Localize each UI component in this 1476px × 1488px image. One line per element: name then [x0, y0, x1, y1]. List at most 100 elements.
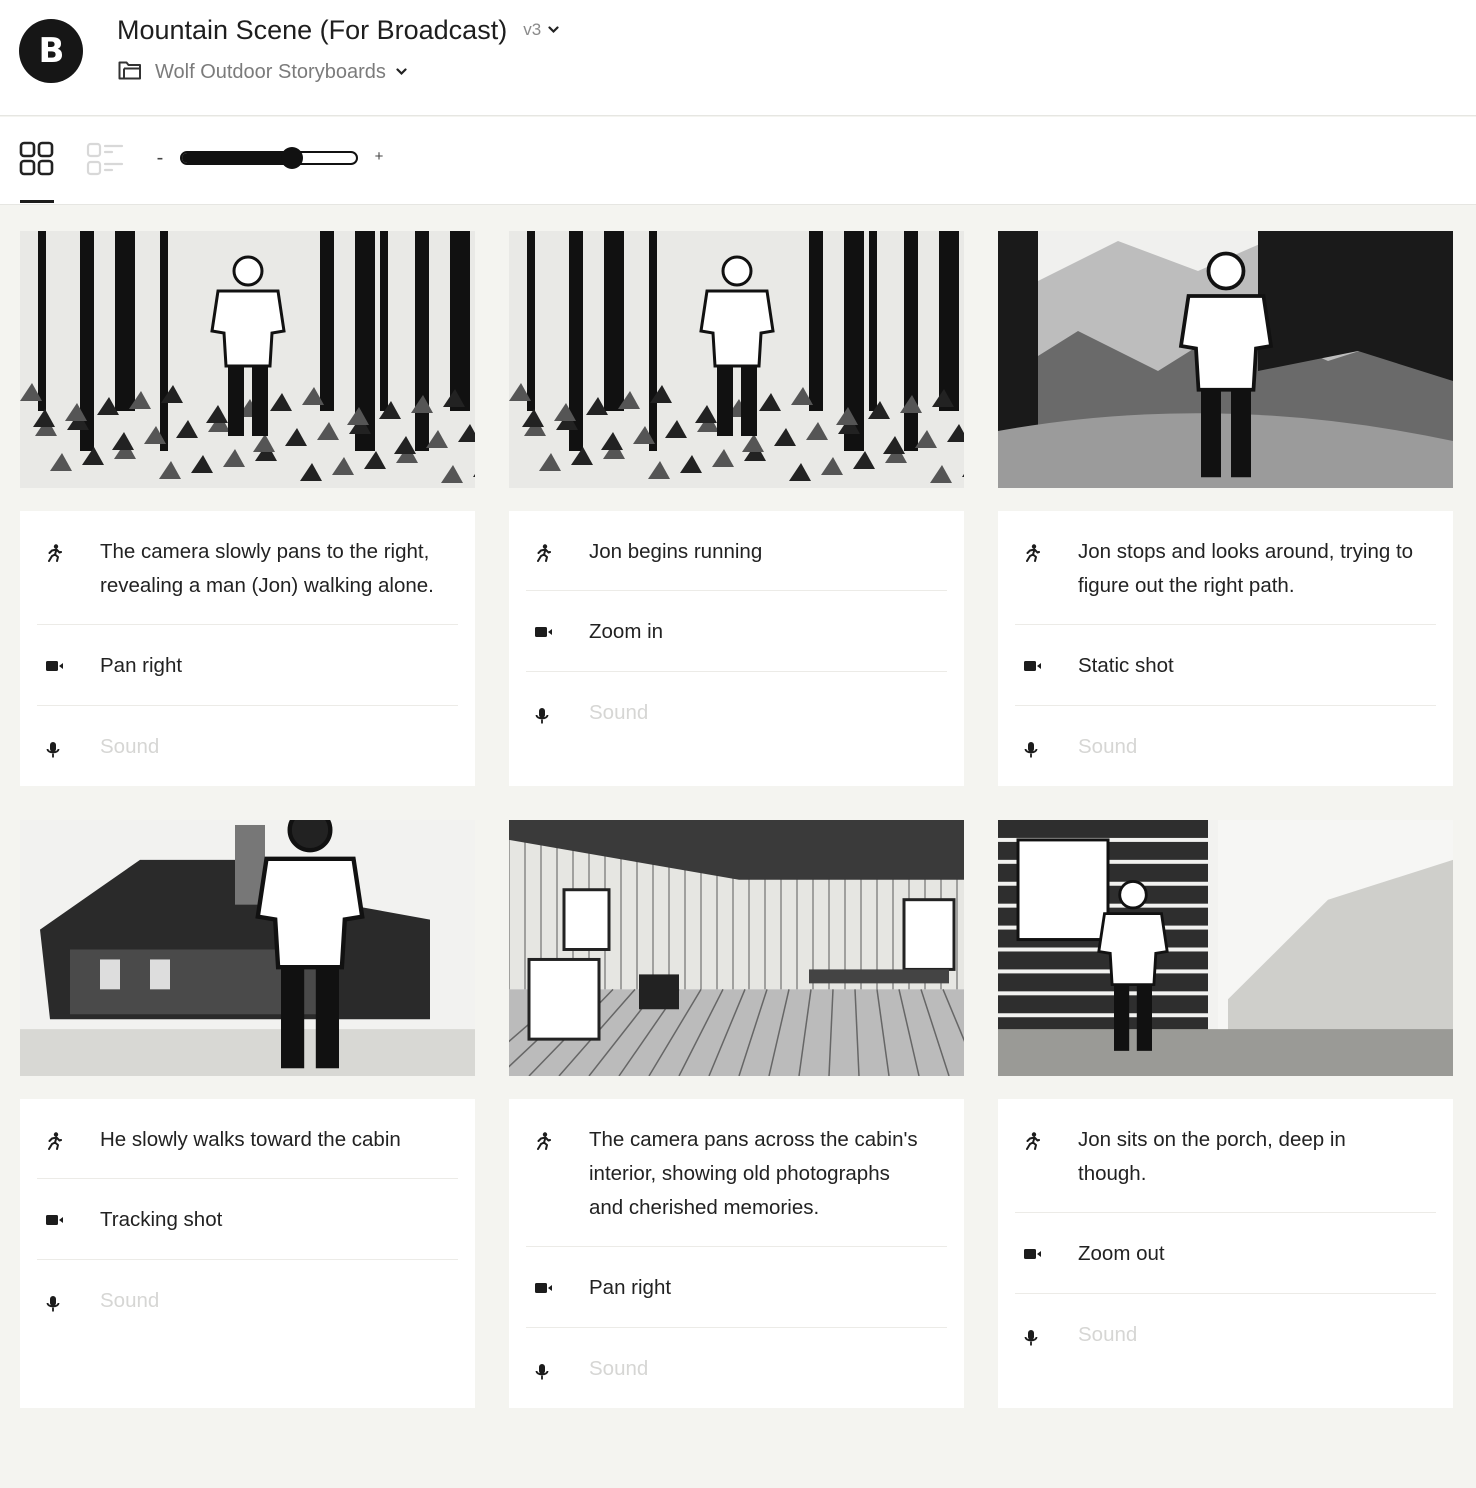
chevron-down-icon[interactable]	[396, 66, 408, 78]
action-running-icon	[37, 1099, 100, 1178]
camera-text[interactable]: Static shot	[1078, 625, 1436, 705]
microphone-icon	[526, 672, 589, 752]
sound-input[interactable]: Sound	[1078, 1294, 1436, 1374]
breadcrumb: Wolf Outdoor Storyboards	[117, 58, 408, 86]
sound-row: Sound	[526, 672, 947, 752]
camera-text[interactable]: Pan right	[589, 1247, 947, 1327]
video-camera-icon	[1015, 625, 1078, 705]
camera-text[interactable]: Tracking shot	[100, 1179, 458, 1259]
storyboard-title[interactable]: Mountain Scene (For Broadcast)	[117, 15, 507, 46]
active-view-indicator	[20, 200, 54, 203]
microphone-icon	[526, 1328, 589, 1408]
action-row: Jon sits on the porch, deep in though.	[1015, 1099, 1436, 1213]
frame-image-cabin-exterior[interactable]	[20, 820, 475, 1076]
microphone-icon	[37, 1260, 100, 1340]
action-row: Jon stops and looks around, trying to fi…	[1015, 511, 1436, 625]
camera-row: Zoom out	[1015, 1213, 1436, 1294]
sound-input[interactable]: Sound	[589, 1328, 947, 1408]
action-row: The camera pans across the cabin's inter…	[526, 1099, 947, 1247]
grid-icon	[19, 141, 55, 182]
list-icon	[85, 141, 125, 182]
sound-input[interactable]: Sound	[1078, 706, 1436, 786]
storyboard-frame-6: Jon sits on the porch, deep in though. Z…	[998, 820, 1453, 1408]
storyboard-frame-5: The camera pans across the cabin's inter…	[509, 820, 964, 1408]
frame-image-porch-sitting[interactable]	[998, 820, 1453, 1076]
frame-details-card: Jon sits on the porch, deep in though. Z…	[998, 1099, 1453, 1408]
app-logo[interactable]: B	[19, 19, 83, 83]
frame-image-mountain-lookout[interactable]	[998, 231, 1453, 488]
zoom-slider-fill	[182, 153, 292, 163]
frame-image-cabin-interior[interactable]	[509, 820, 964, 1076]
sound-row: Sound	[526, 1328, 947, 1408]
storyboard-frame-1: The camera slowly pans to the right, rev…	[20, 231, 475, 786]
mountain-lookout-illustration	[998, 231, 1453, 488]
camera-text[interactable]: Zoom in	[589, 591, 947, 671]
list-view-button[interactable]	[85, 141, 125, 181]
storyboard-frame-4: He slowly walks toward the cabin Trackin…	[20, 820, 475, 1408]
forest-running-illustration	[509, 231, 964, 488]
action-row: He slowly walks toward the cabin	[37, 1099, 458, 1179]
camera-row: Zoom in	[526, 591, 947, 672]
frame-details-card: The camera pans across the cabin's inter…	[509, 1099, 964, 1408]
zoom-slider[interactable]	[180, 147, 358, 169]
video-camera-icon	[37, 625, 100, 705]
storyboard-frame-3: Jon stops and looks around, trying to fi…	[998, 231, 1453, 786]
app-header: B Mountain Scene (For Broadcast) v3 Wolf…	[0, 0, 1476, 116]
logo-letter: B	[38, 31, 65, 71]
video-camera-icon	[526, 591, 589, 671]
camera-row: Pan right	[37, 625, 458, 706]
microphone-icon	[37, 706, 100, 786]
frame-details-card: Jon begins running Zoom in Sound	[509, 511, 964, 786]
video-camera-icon	[1015, 1213, 1078, 1293]
action-text[interactable]: He slowly walks toward the cabin	[100, 1099, 458, 1178]
storyboard-frame-2: Jon begins running Zoom in Sound	[509, 231, 964, 786]
action-running-icon	[1015, 1099, 1078, 1212]
action-text[interactable]: Jon sits on the porch, deep in though.	[1078, 1099, 1436, 1212]
forest-walking-illustration	[20, 231, 475, 488]
action-row: Jon begins running	[526, 511, 947, 591]
action-running-icon	[37, 511, 100, 624]
cabin-exterior-illustration	[20, 820, 475, 1076]
frame-details-card: The camera slowly pans to the right, rev…	[20, 511, 475, 786]
camera-row: Pan right	[526, 1247, 947, 1328]
frame-details-card: Jon stops and looks around, trying to fi…	[998, 511, 1453, 786]
zoom-out-button[interactable]: -	[154, 147, 166, 170]
action-text[interactable]: The camera slowly pans to the right, rev…	[100, 511, 458, 624]
camera-text[interactable]: Zoom out	[1078, 1213, 1436, 1293]
action-row: The camera slowly pans to the right, rev…	[37, 511, 458, 625]
chevron-down-icon[interactable]	[547, 24, 559, 36]
video-camera-icon	[526, 1247, 589, 1327]
camera-row: Tracking shot	[37, 1179, 458, 1260]
action-text[interactable]: The camera pans across the cabin's inter…	[589, 1099, 947, 1246]
microphone-icon	[1015, 706, 1078, 786]
grid-view-button[interactable]	[17, 141, 57, 181]
sound-input[interactable]: Sound	[100, 706, 458, 786]
microphone-icon	[1015, 1294, 1078, 1374]
sound-row: Sound	[37, 1260, 458, 1340]
cabin-interior-illustration	[509, 820, 964, 1076]
sound-input[interactable]: Sound	[589, 672, 947, 752]
sound-row: Sound	[1015, 706, 1436, 786]
action-running-icon	[526, 511, 589, 590]
sound-input[interactable]: Sound	[100, 1260, 458, 1340]
view-toolbar: - +	[0, 117, 1476, 205]
folder-icon	[117, 59, 143, 86]
action-text[interactable]: Jon stops and looks around, trying to fi…	[1078, 511, 1436, 624]
video-camera-icon	[37, 1179, 100, 1259]
frame-image-forest-running[interactable]	[509, 231, 964, 488]
version-selector[interactable]: v3	[523, 20, 541, 40]
camera-row: Static shot	[1015, 625, 1436, 706]
zoom-slider-thumb[interactable]	[280, 147, 303, 169]
storyboard-grid: The camera slowly pans to the right, rev…	[20, 231, 1453, 1408]
action-running-icon	[526, 1099, 589, 1246]
project-name-link[interactable]: Wolf Outdoor Storyboards	[155, 61, 386, 84]
sound-row: Sound	[1015, 1294, 1436, 1374]
title-row: Mountain Scene (For Broadcast) v3	[117, 12, 559, 48]
sound-row: Sound	[37, 706, 458, 786]
porch-sitting-illustration	[998, 820, 1453, 1076]
action-running-icon	[1015, 511, 1078, 624]
frame-image-forest-walking[interactable]	[20, 231, 475, 488]
camera-text[interactable]: Pan right	[100, 625, 458, 705]
action-text[interactable]: Jon begins running	[589, 511, 947, 590]
zoom-in-button[interactable]: +	[373, 148, 385, 165]
